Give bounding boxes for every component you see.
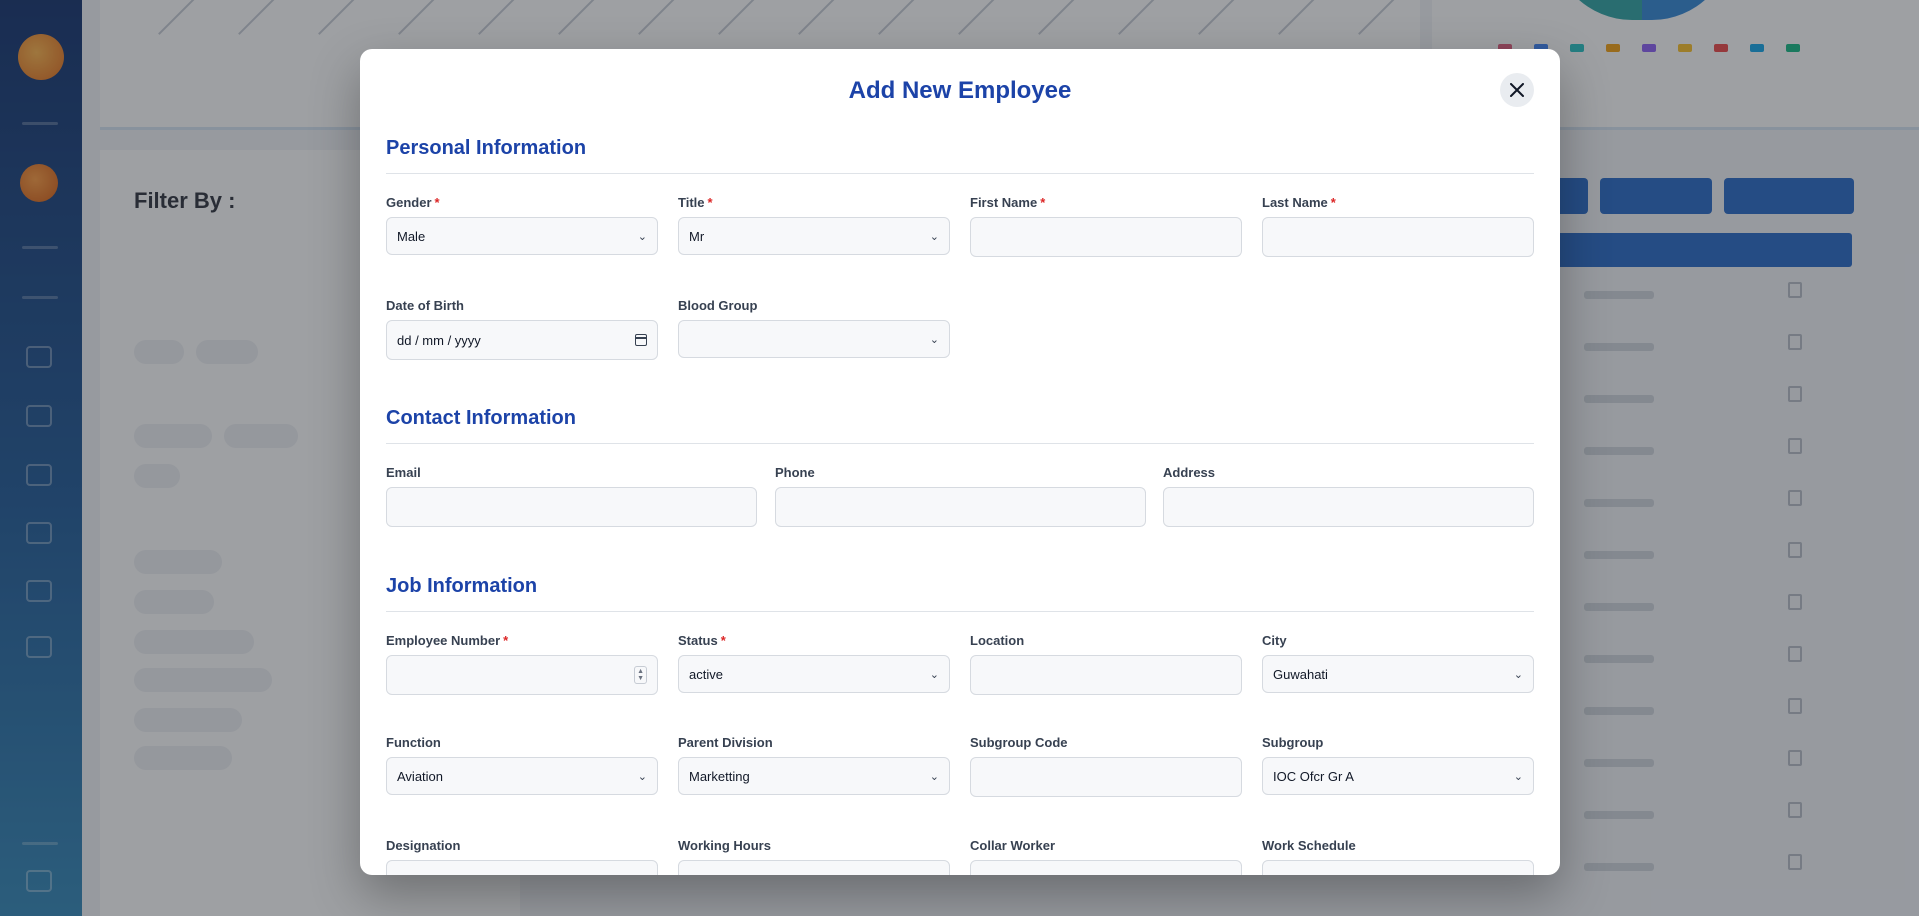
title-field: Title * Mr ⌄ xyxy=(678,195,950,255)
employee-number-input[interactable]: ▲ ▼ xyxy=(386,655,658,695)
email-label: Email xyxy=(386,465,421,480)
section-divider xyxy=(386,611,1534,612)
status-select[interactable]: active ⌄ xyxy=(678,655,950,693)
city-label: City xyxy=(1262,633,1287,648)
collar-worker-label: Collar Worker xyxy=(970,838,1056,853)
address-label: Address xyxy=(1163,465,1216,480)
working-hours-label: Working Hours xyxy=(678,838,771,853)
modal-title: Add New Employee xyxy=(848,77,1072,104)
phone-field: Phone xyxy=(775,465,1146,527)
modal-body: Add New Employee Personal Information Ge… xyxy=(360,49,1560,875)
blood-group-field: Blood Group ⌄ xyxy=(678,298,950,358)
parent-division-select[interactable]: Marketting ⌄ xyxy=(678,757,950,795)
gender-select[interactable]: Male ⌄ xyxy=(386,217,658,255)
blood-group-label: Blood Group xyxy=(678,298,758,313)
designation-label: Designation xyxy=(386,838,461,853)
parent-division-label: Parent Division xyxy=(678,735,773,750)
subgroup-select[interactable]: IOC Ofcr Gr A ⌄ xyxy=(1262,757,1534,795)
title-label: Title * xyxy=(678,195,713,210)
chevron-down-icon: ⌄ xyxy=(637,230,647,243)
dob-label: Date of Birth xyxy=(386,298,464,313)
status-label: Status * xyxy=(678,633,726,648)
chevron-down-icon: ⌄ xyxy=(929,770,939,783)
section-title-job: Job Information xyxy=(386,575,538,597)
first-name-field: First Name * xyxy=(970,195,1242,257)
function-field: Function Aviation ⌄ xyxy=(386,735,658,795)
phone-label: Phone xyxy=(775,465,815,480)
collar-worker-field: Collar Worker xyxy=(970,838,1242,875)
first-name-label: First Name * xyxy=(970,195,1046,210)
section-divider xyxy=(386,443,1534,444)
calendar-icon[interactable] xyxy=(635,334,647,346)
gender-label: Gender * xyxy=(386,195,440,210)
chevron-down-icon: ⌄ xyxy=(1513,668,1523,681)
section-title-personal: Personal Information xyxy=(386,137,587,159)
address-field: Address xyxy=(1163,465,1534,527)
close-icon xyxy=(1510,83,1524,97)
location-input[interactable] xyxy=(970,655,1242,695)
last-name-input[interactable] xyxy=(1262,217,1534,257)
close-button[interactable] xyxy=(1500,73,1534,107)
title-select[interactable]: Mr ⌄ xyxy=(678,217,950,255)
last-name-field: Last Name * xyxy=(1262,195,1534,257)
email-field: Email xyxy=(386,465,757,527)
location-label: Location xyxy=(970,633,1025,648)
function-select[interactable]: Aviation ⌄ xyxy=(386,757,658,795)
parent-division-field: Parent Division Marketting ⌄ xyxy=(678,735,950,795)
gender-field: Gender * Male ⌄ xyxy=(386,195,658,255)
working-hours-field: Working Hours xyxy=(678,838,950,875)
add-employee-modal: Add New Employee Personal Information Ge… xyxy=(360,49,1560,875)
chevron-down-icon: ⌄ xyxy=(929,230,939,243)
collar-worker-input[interactable] xyxy=(970,860,1242,875)
blood-group-select[interactable]: ⌄ xyxy=(678,320,950,358)
chevron-down-icon: ⌄ xyxy=(929,333,939,346)
function-label: Function xyxy=(386,735,441,750)
work-schedule-input[interactable] xyxy=(1262,860,1534,875)
section-title-contact: Contact Information xyxy=(386,407,576,429)
first-name-input[interactable] xyxy=(970,217,1242,257)
working-hours-input[interactable] xyxy=(678,860,950,875)
employee-number-field: Employee Number * ▲ ▼ xyxy=(386,633,658,695)
location-field: Location xyxy=(970,633,1242,695)
email-input[interactable] xyxy=(386,487,757,527)
subgroup-code-field: Subgroup Code xyxy=(970,735,1242,797)
city-select[interactable]: Guwahati ⌄ xyxy=(1262,655,1534,693)
work-schedule-label: Work Schedule xyxy=(1262,838,1356,853)
dob-field: Date of Birth dd / mm / yyyy xyxy=(386,298,658,360)
address-input[interactable] xyxy=(1163,487,1534,527)
phone-input[interactable] xyxy=(775,487,1146,527)
employee-number-label: Employee Number * xyxy=(386,633,509,648)
subgroup-code-label: Subgroup Code xyxy=(970,735,1068,750)
designation-field: Designation xyxy=(386,838,658,875)
chevron-down-icon: ⌄ xyxy=(637,770,647,783)
chevron-down-icon: ⌄ xyxy=(929,668,939,681)
last-name-label: Last Name * xyxy=(1262,195,1336,210)
subgroup-label: Subgroup xyxy=(1262,735,1324,750)
number-stepper[interactable]: ▲ ▼ xyxy=(634,666,647,684)
city-field: City Guwahati ⌄ xyxy=(1262,633,1534,693)
work-schedule-field: Work Schedule xyxy=(1262,838,1534,875)
chevron-down-icon: ⌄ xyxy=(1513,770,1523,783)
subgroup-field: Subgroup IOC Ofcr Gr A ⌄ xyxy=(1262,735,1534,795)
designation-input[interactable] xyxy=(386,860,658,875)
section-divider xyxy=(386,173,1534,174)
subgroup-code-input[interactable] xyxy=(970,757,1242,797)
status-field: Status * active ⌄ xyxy=(678,633,950,693)
dob-input[interactable]: dd / mm / yyyy xyxy=(386,320,658,360)
